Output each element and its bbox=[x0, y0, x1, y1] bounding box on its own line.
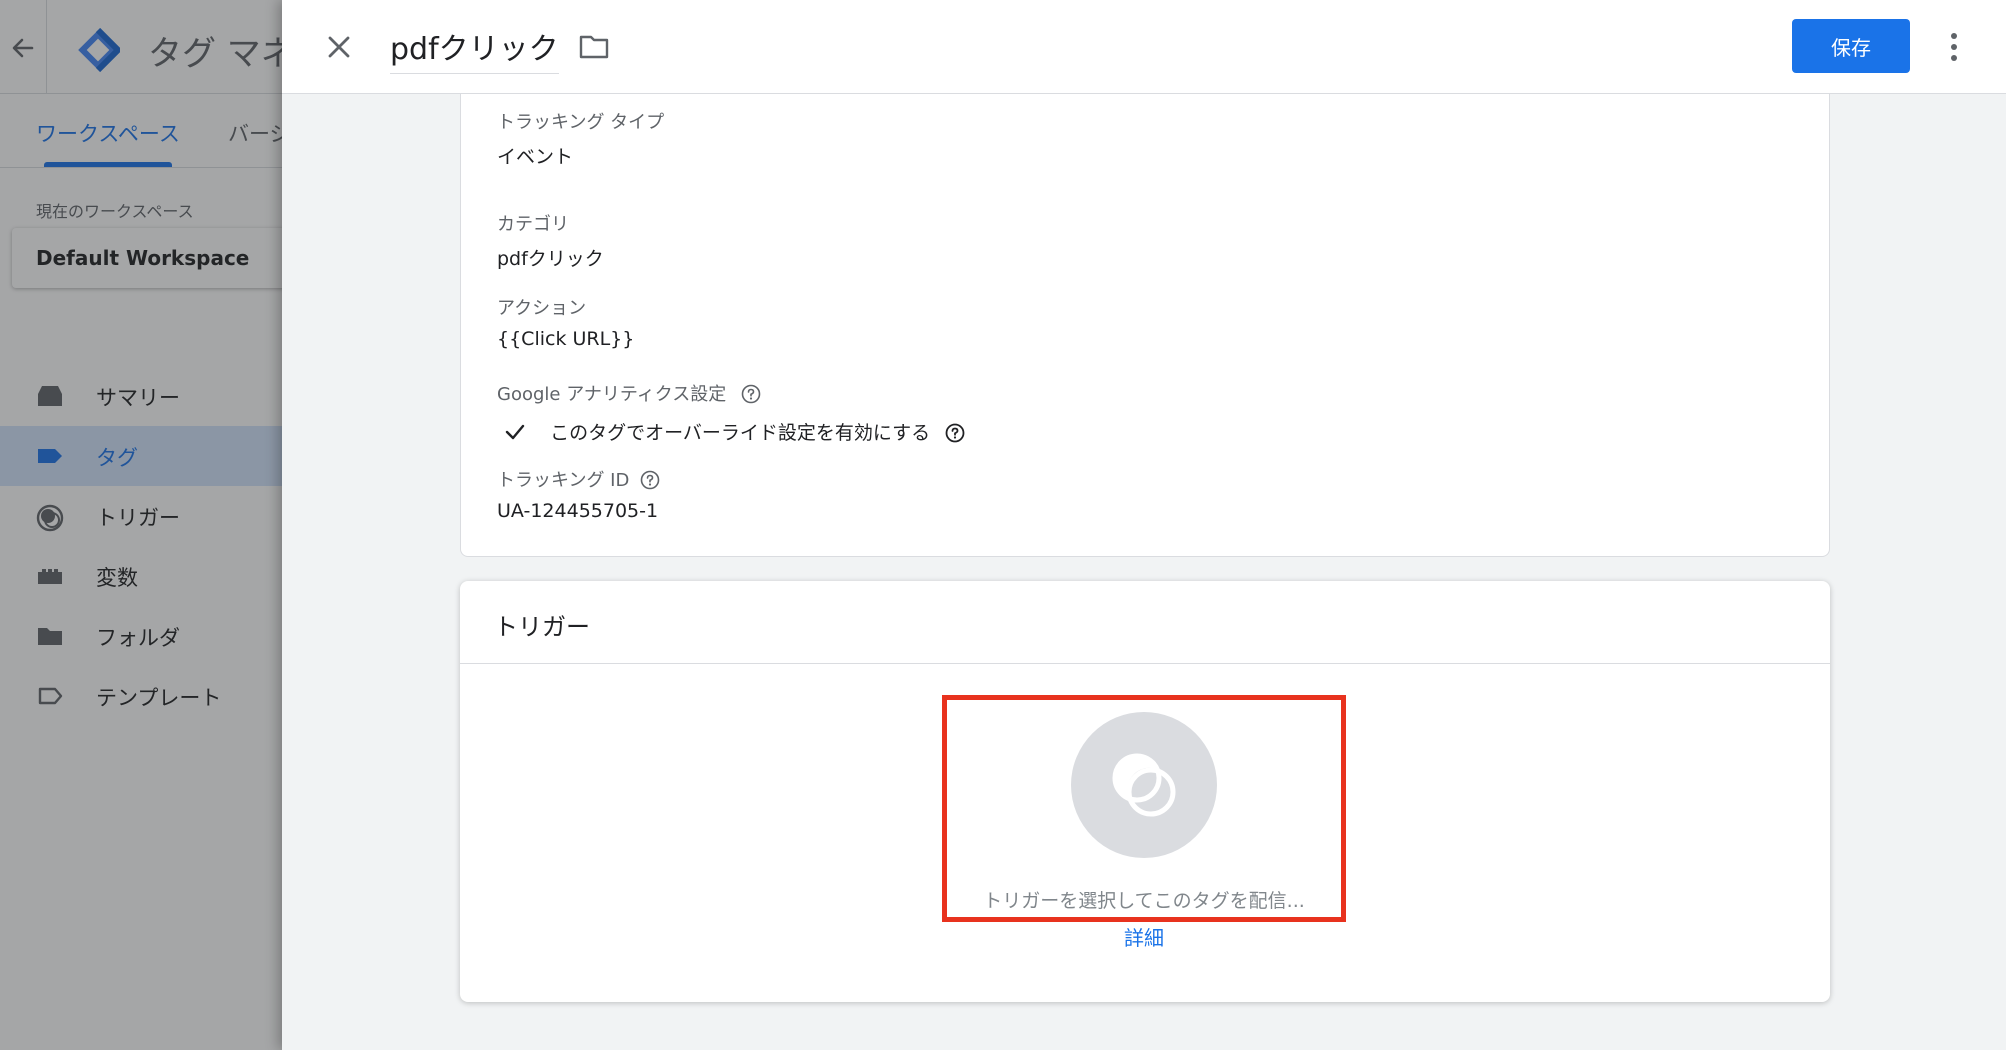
override-settings-row: このタグでオーバーライド設定を有効にする bbox=[497, 418, 965, 448]
override-settings-text: このタグでオーバーライド設定を有効にする bbox=[550, 422, 931, 444]
tag-configuration-card[interactable]: トラッキング タイプ イベント カテゴリ pdfクリック アクション {{Cli… bbox=[460, 94, 1830, 557]
close-icon[interactable] bbox=[322, 30, 356, 64]
action-field: アクション {{Click URL}} bbox=[497, 294, 634, 350]
tracking-id-field: トラッキング ID UA-124455705-1 bbox=[497, 466, 660, 522]
more-vert-icon[interactable] bbox=[1942, 28, 1966, 66]
tracking-id-label-row: トラッキング ID bbox=[497, 466, 660, 492]
triggering-divider bbox=[460, 663, 1830, 664]
tracking-type-value: イベント bbox=[497, 146, 574, 168]
action-value: {{Click URL}} bbox=[497, 328, 635, 350]
folder-icon[interactable] bbox=[578, 32, 610, 62]
triggering-card: トリガー トリガーを選択してこのタグを配信... 詳細 bbox=[460, 581, 1830, 1002]
help-icon[interactable] bbox=[945, 423, 965, 443]
category-label: カテゴリ bbox=[497, 214, 569, 235]
tag-editor-sheet: pdfクリック 保存 トラッキング タイプ イベント カテゴリ pdfクリック … bbox=[282, 0, 2006, 1050]
learn-more-link[interactable]: 詳細 bbox=[942, 922, 1346, 951]
help-icon[interactable] bbox=[640, 470, 660, 490]
category-value: pdfクリック bbox=[497, 248, 604, 270]
save-button[interactable]: 保存 bbox=[1792, 19, 1910, 73]
tracking-type-field: トラッキング タイプ イベント bbox=[497, 108, 664, 169]
tag-name-field[interactable]: pdfクリック bbox=[390, 24, 559, 74]
action-label: アクション bbox=[497, 298, 587, 319]
help-icon[interactable] bbox=[741, 384, 761, 404]
ga-settings-label: Google アナリティクス設定 bbox=[497, 384, 727, 405]
category-field: カテゴリ pdfクリック bbox=[497, 210, 604, 271]
ga-settings-field: Google アナリティクス設定 bbox=[497, 380, 761, 406]
check-icon bbox=[503, 420, 527, 444]
highlight-box bbox=[942, 695, 1346, 922]
sheet-header: pdfクリック 保存 bbox=[282, 0, 2006, 94]
tracking-id-label: トラッキング ID bbox=[497, 470, 630, 491]
triggering-title: トリガー bbox=[494, 613, 590, 641]
tracking-type-label: トラッキング タイプ bbox=[497, 112, 665, 133]
tracking-id-value: UA-124455705-1 bbox=[497, 500, 659, 522]
